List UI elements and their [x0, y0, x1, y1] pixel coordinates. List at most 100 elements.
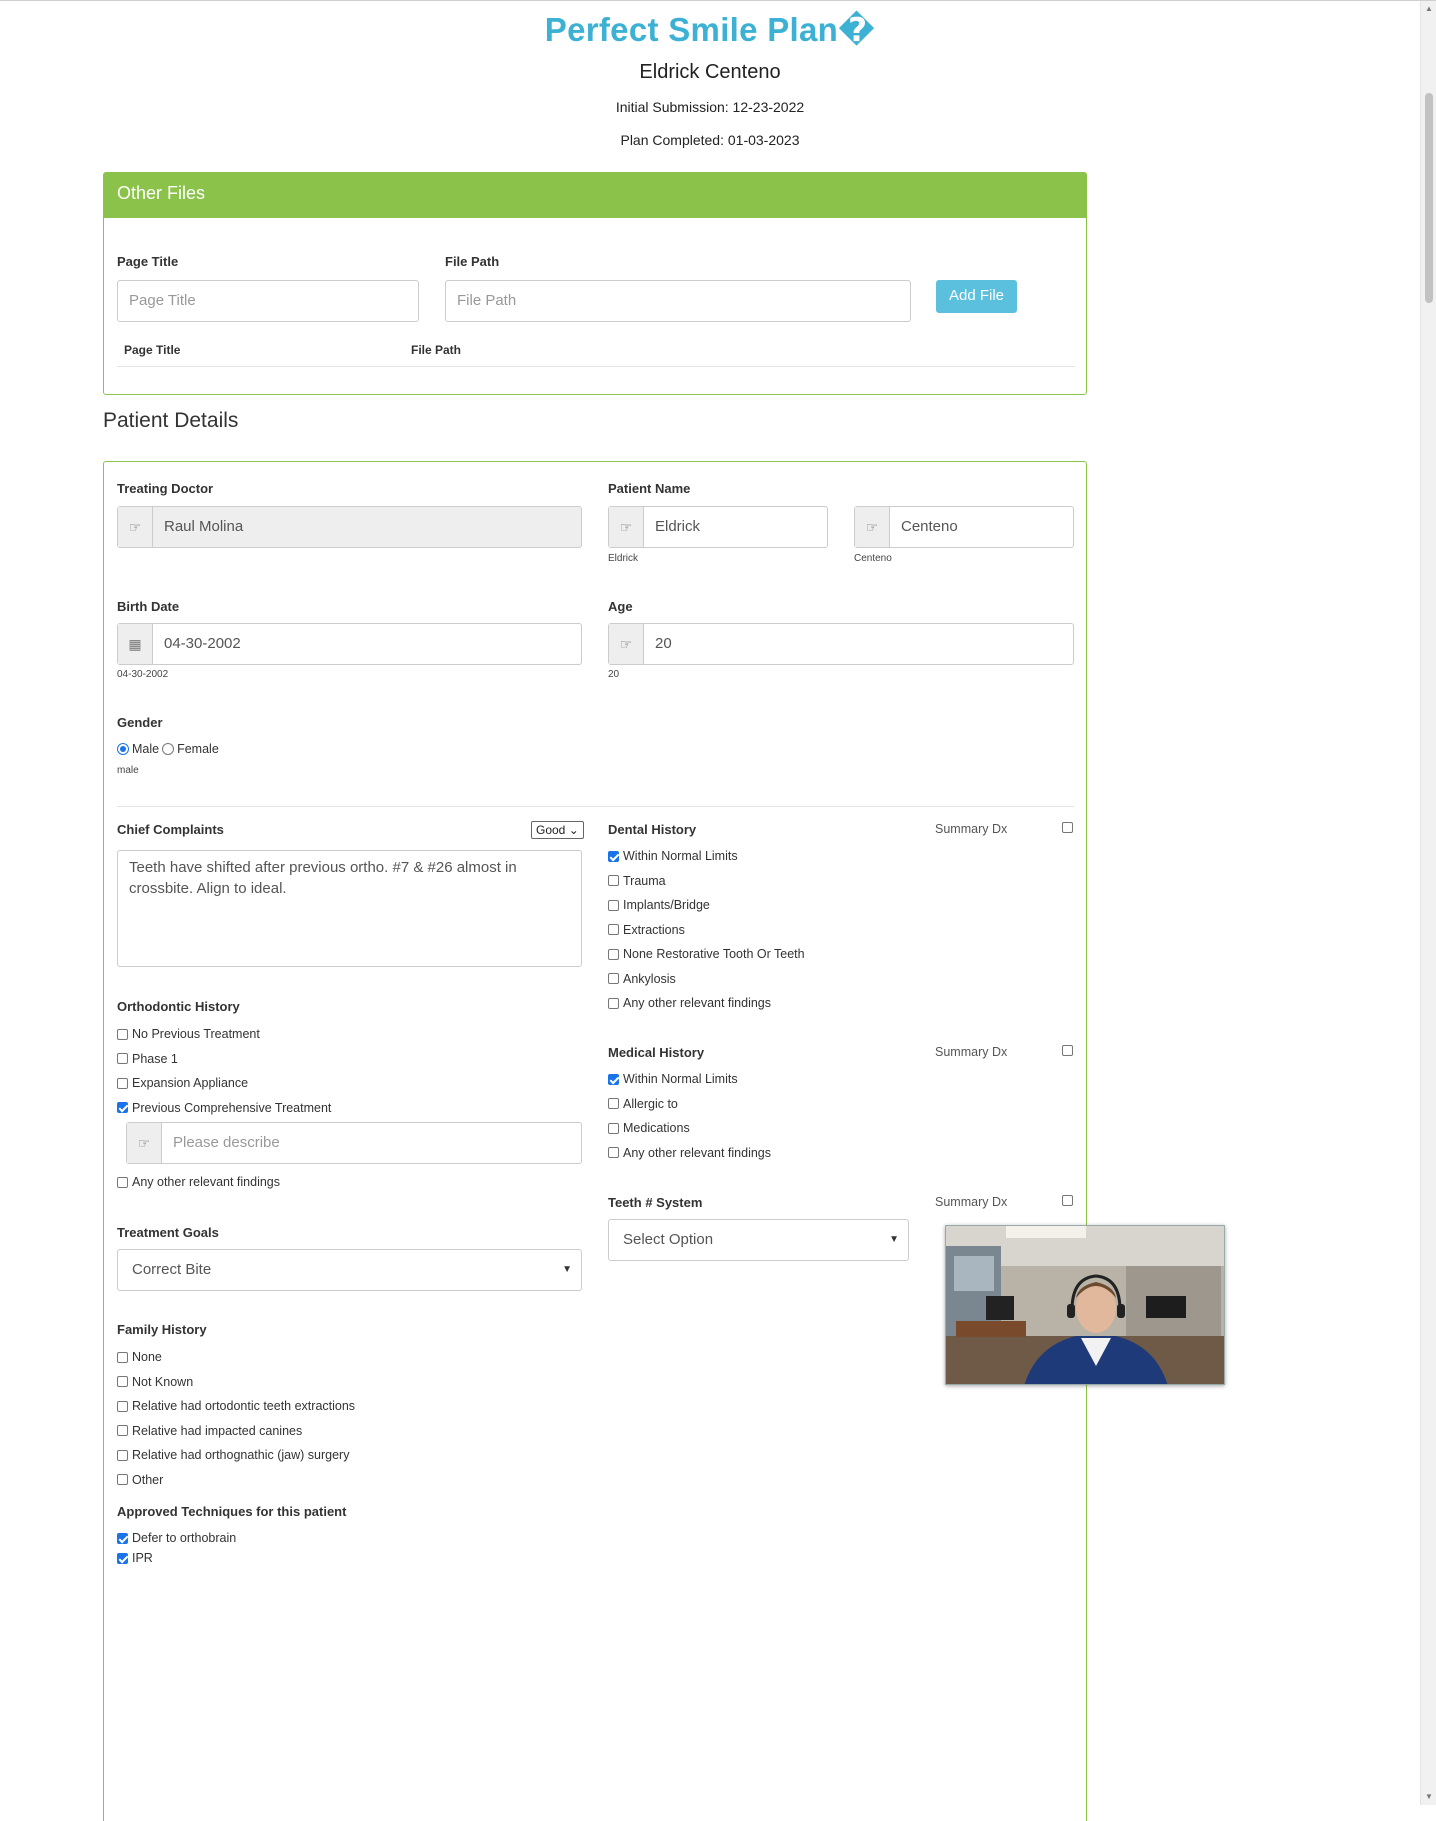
- page-title-label: Page Title: [117, 254, 179, 269]
- family-history-checkbox-item[interactable]: Relative had orthognathic (jaw) surgery: [117, 1448, 349, 1462]
- checkbox-icon[interactable]: [608, 997, 619, 1009]
- checkbox-icon[interactable]: [117, 1425, 128, 1436]
- page-title-input[interactable]: Page Title: [117, 280, 419, 322]
- family-history-checkbox-label: Relative had ortodontic teeth extraction…: [132, 1399, 356, 1413]
- dental-summary-dx-checkbox[interactable]: [1062, 822, 1077, 833]
- checkbox-icon[interactable]: [117, 1077, 128, 1089]
- checkbox-icon: [117, 1176, 128, 1188]
- chevron-down-icon: ▼: [562, 1264, 572, 1275]
- app-title: Perfect Smile Plan�: [544, 11, 876, 48]
- complaint-rating-select[interactable]: Good ⌄: [531, 821, 584, 839]
- medical-history-checkbox-item[interactable]: Allergic to: [608, 1097, 678, 1111]
- checkbox-icon[interactable]: [117, 1552, 128, 1564]
- ortho-history-checkbox-label: Phase 1: [132, 1051, 178, 1066]
- last-name-field[interactable]: ☞ Centeno: [854, 506, 1074, 548]
- ortho-history-checkbox-item[interactable]: No Previous Treatment: [117, 1027, 260, 1041]
- dental-history-checkbox-item[interactable]: Trauma: [608, 874, 666, 888]
- checkbox-icon[interactable]: [117, 1400, 128, 1412]
- checkbox-icon[interactable]: [117, 1351, 128, 1363]
- medical-history-checkbox-item[interactable]: Medications: [608, 1121, 690, 1135]
- checkbox-icon[interactable]: [117, 1053, 128, 1064]
- scroll-down-arrow-icon[interactable]: ▼: [1421, 1789, 1436, 1805]
- birth-date-field[interactable]: ▦ 04-30-2002: [117, 623, 582, 665]
- checkbox-icon[interactable]: [608, 875, 619, 886]
- dental-history-checkbox-item[interactable]: Within Normal Limits: [608, 849, 738, 863]
- dental-history-checkbox-item[interactable]: Ankylosis: [608, 972, 676, 986]
- medical-history-checkbox-label: Medications: [623, 1121, 690, 1135]
- checkbox-icon[interactable]: [117, 1376, 128, 1387]
- family-history-checkbox-label: Relative had impacted canines: [132, 1423, 303, 1438]
- dental-history-checkbox-item[interactable]: Implants/Bridge: [608, 898, 710, 912]
- family-history-checkbox-item[interactable]: Relative had impacted canines: [117, 1424, 302, 1438]
- page: Perfect Smile Plan� Eldrick Centeno Init…: [0, 1, 1420, 1821]
- gender-male-label: Male: [132, 742, 160, 756]
- checkbox-icon[interactable]: [608, 973, 619, 984]
- gender-label: Gender: [117, 715, 163, 730]
- page-scrollbar[interactable]: ▲ ▼: [1420, 1, 1436, 1805]
- treatment-goals-select[interactable]: Correct Bite ▼: [117, 1249, 582, 1291]
- age-value[interactable]: 20: [644, 624, 1073, 664]
- calendar-icon: ▦: [118, 624, 153, 664]
- gender-male-radio[interactable]: [117, 743, 129, 755]
- ortho-other-findings-checkbox[interactable]: Any other relevant findings: [117, 1175, 280, 1189]
- teeth-summary-dx-checkbox[interactable]: [1062, 1195, 1077, 1206]
- checkbox-icon[interactable]: [608, 1073, 619, 1085]
- video-call-overlay[interactable]: [945, 1225, 1225, 1385]
- medical-history-checkbox-label: Within Normal Limits: [623, 1072, 738, 1086]
- approved-technique-checkbox-item[interactable]: Defer to orthobrain: [117, 1531, 236, 1545]
- approved-technique-checkbox-label: IPR: [132, 1551, 153, 1565]
- checkbox-icon[interactable]: [117, 1449, 128, 1461]
- file-path-label: File Path: [445, 254, 500, 269]
- birth-date-hint: 04-30-2002: [117, 669, 169, 680]
- other-files-panel: Other Files Page Title Page Title File P…: [103, 172, 1087, 395]
- checkbox-icon[interactable]: [608, 1098, 619, 1109]
- medical-history-checkbox-label: Any other relevant findings: [623, 1145, 772, 1160]
- checkbox-icon[interactable]: [608, 948, 619, 960]
- checkbox-icon[interactable]: [117, 1102, 128, 1113]
- chevron-down-icon: ⌄: [568, 823, 579, 837]
- family-history-checkbox-item[interactable]: Not Known: [117, 1375, 193, 1389]
- checkbox-icon[interactable]: [608, 850, 619, 862]
- dental-history-checkbox-item[interactable]: Extractions: [608, 923, 685, 937]
- last-name-value[interactable]: Centeno: [890, 507, 1073, 547]
- checkbox-icon[interactable]: [117, 1532, 128, 1544]
- gender-female-radio[interactable]: [162, 743, 175, 755]
- dental-history-checkbox-item[interactable]: Any other relevant findings: [608, 996, 771, 1010]
- ortho-history-checkbox-item[interactable]: Phase 1: [117, 1052, 178, 1066]
- patient-details-panel: Treating Doctor ☞ Raul Molina Patient Na…: [103, 461, 1087, 1821]
- family-history-checkbox-item[interactable]: None: [117, 1350, 162, 1364]
- add-file-button[interactable]: Add File: [936, 280, 1017, 313]
- describe-field[interactable]: ☞ Please describe: [126, 1122, 582, 1164]
- medical-history-checkbox-item[interactable]: Within Normal Limits: [608, 1072, 738, 1086]
- medical-history-checkbox-item[interactable]: Any other relevant findings: [608, 1146, 771, 1160]
- ortho-history-checkbox-item[interactable]: Expansion Appliance: [117, 1076, 248, 1090]
- family-history-checkbox-item[interactable]: Other: [117, 1473, 163, 1487]
- table-header-page-title: Page Title: [124, 343, 181, 357]
- checkbox-icon[interactable]: [117, 1028, 128, 1040]
- describe-placeholder[interactable]: Please describe: [162, 1123, 581, 1163]
- chief-complaints-textarea[interactable]: Teeth have shifted after previous ortho.…: [117, 850, 582, 967]
- family-history-checkbox-item[interactable]: Relative had ortodontic teeth extraction…: [117, 1399, 355, 1413]
- file-path-input[interactable]: File Path: [445, 280, 911, 322]
- teeth-system-select[interactable]: Select Option ▼: [608, 1219, 909, 1261]
- checkbox-icon[interactable]: [117, 1474, 128, 1485]
- checkbox-icon[interactable]: [608, 1122, 619, 1134]
- teeth-system-label: Teeth # System: [608, 1195, 703, 1210]
- table-header-file-path: File Path: [411, 343, 462, 357]
- first-name-value[interactable]: Eldrick: [644, 507, 827, 547]
- checkbox-icon[interactable]: [608, 924, 619, 935]
- first-name-field[interactable]: ☞ Eldrick: [608, 506, 828, 548]
- dental-history-checkbox-item[interactable]: None Restorative Tooth Or Teeth: [608, 947, 805, 961]
- scrollbar-thumb[interactable]: [1425, 93, 1433, 303]
- birth-date-value[interactable]: 04-30-2002: [153, 624, 581, 664]
- last-name-hint: Centeno: [854, 553, 892, 564]
- family-history-label: Family History: [117, 1322, 207, 1337]
- scroll-up-arrow-icon[interactable]: ▲: [1421, 1, 1436, 17]
- checkbox-icon[interactable]: [608, 899, 619, 911]
- patient-name-label: Patient Name: [608, 481, 691, 496]
- ortho-history-checkbox-item[interactable]: Previous Comprehensive Treatment: [117, 1101, 331, 1115]
- checkbox-icon[interactable]: [608, 1147, 619, 1158]
- medical-summary-dx-checkbox[interactable]: [1062, 1045, 1077, 1056]
- approved-technique-checkbox-item[interactable]: IPR: [117, 1551, 153, 1565]
- age-field[interactable]: ☞ 20: [608, 623, 1074, 665]
